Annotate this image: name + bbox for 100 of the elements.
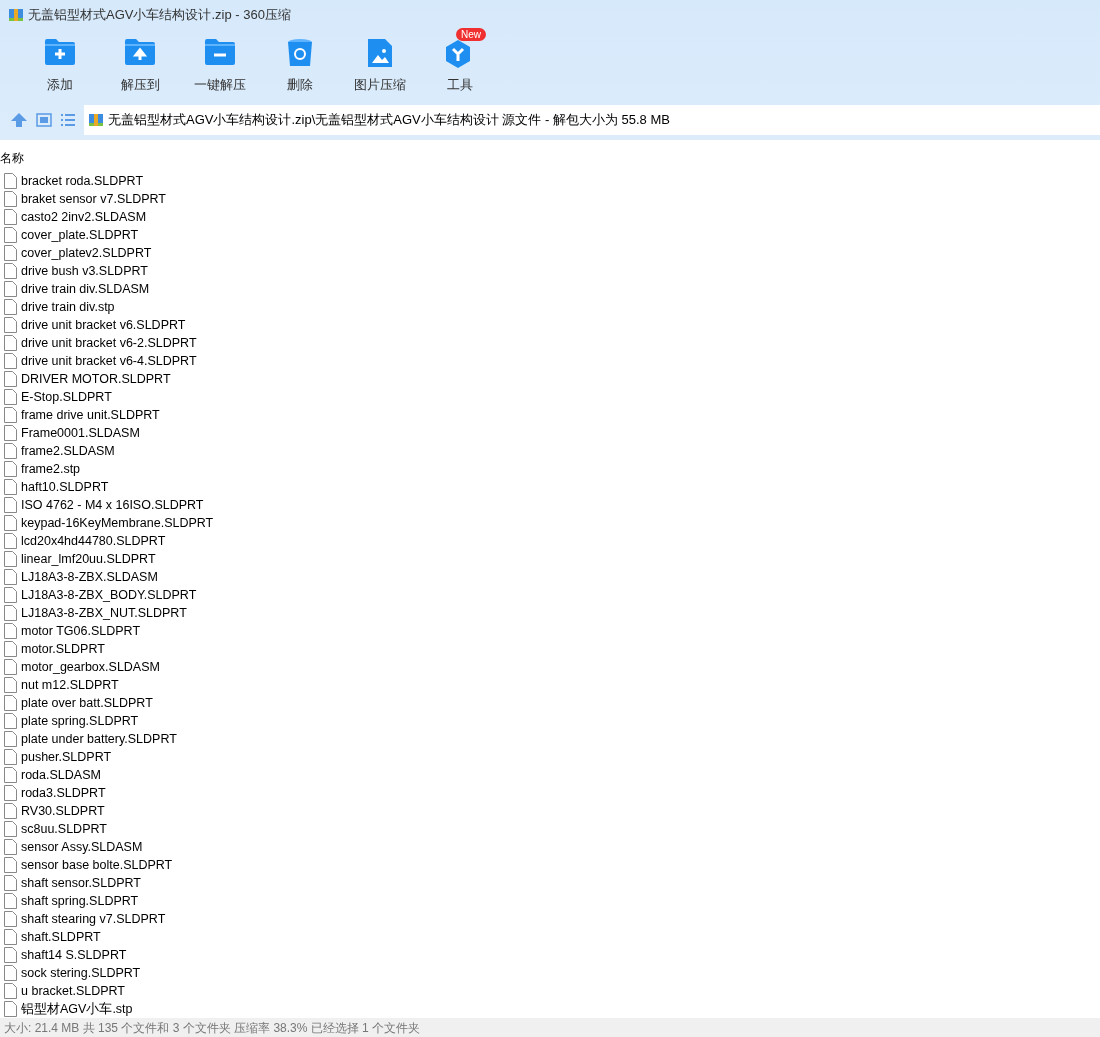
file-name[interactable]: shaft sensor.SLDPRT [21, 873, 141, 893]
file-name[interactable]: LJ18A3-8-ZBX_NUT.SLDPRT [21, 603, 187, 623]
file-icon [4, 209, 17, 226]
up-arrow-icon[interactable] [10, 112, 28, 128]
file-icon [4, 335, 17, 352]
file-name[interactable]: Frame0001.SLDASM [21, 423, 140, 443]
file-icon [4, 839, 17, 856]
file-icon [4, 605, 17, 622]
file-icon [4, 551, 17, 568]
file-name[interactable]: braket sensor v7.SLDPRT [21, 189, 166, 209]
file-name[interactable]: drive bush v3.SLDPRT [21, 261, 148, 281]
thumbnail-view-icon[interactable] [36, 113, 52, 127]
file-icon [4, 281, 17, 298]
file-name[interactable]: LJ18A3-8-ZBX_BODY.SLDPRT [21, 585, 197, 605]
status-text: 大小: 21.4 MB 共 135 个文件和 3 个文件夹 压缩率 38.3% 已经选择 1 个文件夹 [4, 1019, 421, 1037]
file-icon [4, 461, 17, 478]
file-name[interactable]: nut m12.SLDPRT [21, 675, 119, 695]
file-name[interactable]: plate under battery.SLDPRT [21, 729, 177, 749]
toolbar-button[interactable]: 删除 [260, 30, 340, 94]
file-name[interactable]: motor TG06.SLDPRT [21, 621, 141, 641]
zip-archive-icon [8, 7, 24, 23]
zip-archive-icon [88, 112, 104, 128]
file-name[interactable]: frame2.stp [21, 459, 81, 479]
file-icon [4, 299, 17, 316]
file-name[interactable]: frame drive unit.SLDPRT [21, 405, 160, 425]
address-path: 无盖铝型材式AGV小车结构设计.zip\无盖铝型材式AGV小车结构设计 源文件 - 解包大小为 55.8 MB [108, 111, 670, 130]
file-icon [4, 677, 17, 694]
file-icon [4, 425, 17, 442]
file-name[interactable]: pusher.SLDPRT [21, 747, 112, 767]
file-name[interactable]: drive train div.stp [21, 297, 115, 317]
file-name[interactable]: frame2.SLDASM [21, 441, 115, 461]
file-icon [4, 353, 17, 370]
toolbar-button[interactable]: 添加 [20, 30, 100, 94]
file-name[interactable]: sensor base bolte.SLDPRT [21, 855, 173, 875]
file-name[interactable]: 铝型材AGV小车.stp [21, 999, 133, 1019]
file-name[interactable]: lcd20x4hd44780.SLDPRT [21, 531, 166, 551]
file-icon [4, 263, 17, 280]
file-icon [4, 371, 17, 388]
file-icon [4, 965, 17, 982]
list-view-icon[interactable] [60, 113, 76, 127]
file-name[interactable]: motor_gearbox.SLDASM [21, 657, 160, 677]
file-name[interactable]: haft10.SLDPRT [21, 477, 109, 497]
file-name[interactable]: plate over batt.SLDPRT [21, 693, 153, 713]
file-icon [4, 857, 17, 874]
file-name[interactable]: keypad-16KeyMembrane.SLDPRT [21, 513, 214, 533]
file-name[interactable]: casto2 2inv2.SLDASM [21, 207, 147, 227]
file-name[interactable]: ISO 4762 - M4 x 16ISO.SLDPRT [21, 495, 204, 515]
file-icon [4, 947, 17, 964]
file-icon [4, 713, 17, 730]
file-name[interactable]: shaft spring.SLDPRT [21, 891, 139, 911]
toolbar-button[interactable]: 图片压缩 [340, 30, 420, 94]
file-name[interactable]: LJ18A3-8-ZBX.SLDASM [21, 567, 158, 587]
file-name[interactable]: linear_lmf20uu.SLDPRT [21, 549, 156, 569]
file-name[interactable]: cover_platev2.SLDPRT [21, 243, 152, 263]
address-bar[interactable]: 无盖铝型材式AGV小车结构设计.zip\无盖铝型材式AGV小车结构设计 源文件 - 解包大小为 55.8 MB [84, 105, 1100, 135]
file-icon [4, 407, 17, 424]
file-name[interactable]: roda3.SLDPRT [21, 783, 106, 803]
folder-upload-icon [124, 38, 156, 66]
file-name[interactable]: drive unit bracket v6-4.SLDPRT [21, 351, 197, 371]
file-name[interactable]: shaft.SLDPRT [21, 927, 101, 947]
file-icon [4, 983, 17, 1000]
file-name[interactable]: shaft14 S.SLDPRT [21, 945, 127, 965]
file-name[interactable]: plate spring.SLDPRT [21, 711, 139, 731]
file-icon [4, 803, 17, 820]
file-name[interactable]: E-Stop.SLDPRT [21, 387, 112, 407]
file-name[interactable]: cover_plate.SLDPRT [21, 225, 139, 245]
file-icon [4, 173, 17, 190]
toolbar-button[interactable]: 一键解压 [180, 30, 260, 94]
file-name[interactable]: bracket roda.SLDPRT [21, 171, 144, 191]
file-name[interactable]: roda.SLDASM [21, 765, 101, 785]
file-name[interactable]: sensor Assy.SLDASM [21, 837, 143, 857]
file-name[interactable]: RV30.SLDPRT [21, 801, 105, 821]
file-icon [4, 911, 17, 928]
file-name[interactable]: sc8uu.SLDPRT [21, 819, 107, 839]
file-name[interactable]: u bracket.SLDPRT [21, 981, 125, 1001]
window-title: 无盖铝型材式AGV小车结构设计.zip - 360压缩 [28, 6, 291, 25]
file-name[interactable]: motor.SLDPRT [21, 639, 105, 659]
file-icon [4, 659, 17, 676]
file-name[interactable]: drive unit bracket v6-2.SLDPRT [21, 333, 197, 353]
file-icon [4, 443, 17, 460]
file-icon [4, 749, 17, 766]
file-icon [4, 623, 17, 640]
file-name[interactable]: DRIVER MOTOR.SLDPRT [21, 369, 171, 389]
file-name[interactable]: shaft stearing v7.SLDPRT [21, 909, 166, 929]
file-icon [4, 893, 17, 910]
file-icon [4, 731, 17, 748]
toolbar-button[interactable]: 解压到 [100, 30, 180, 94]
file-icon [4, 479, 17, 496]
file-icon [4, 227, 17, 244]
file-icon [4, 1001, 17, 1018]
folder-minus-icon [204, 38, 236, 66]
file-icon [4, 929, 17, 946]
file-icon [4, 245, 17, 262]
file-icon [4, 389, 17, 406]
file-name[interactable]: sock stering.SLDPRT [21, 963, 141, 983]
file-name[interactable]: drive unit bracket v6.SLDPRT [21, 315, 186, 335]
file-icon [4, 533, 17, 550]
file-icon [4, 821, 17, 838]
file-name[interactable]: drive train div.SLDASM [21, 279, 150, 299]
column-header[interactable]: 名称 [0, 149, 24, 168]
